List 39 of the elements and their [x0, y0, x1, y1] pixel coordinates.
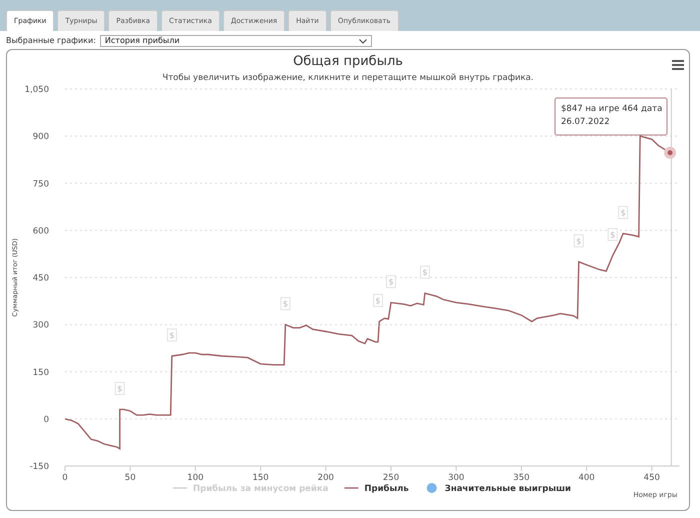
legend-label: Прибыль [364, 484, 409, 494]
annotation: $ [388, 278, 394, 287]
annotation: $ [169, 331, 174, 340]
chart-select[interactable]: История прибыли [100, 35, 372, 47]
legend-item[interactable]: Значительные выигрыши [426, 483, 572, 494]
select-label: Выбранные графики: [6, 35, 96, 47]
y-tick-label: 900 [32, 132, 49, 142]
x-tick-label: 350 [513, 473, 530, 483]
y-tick-label: 1,050 [24, 85, 49, 95]
x-tick-label: 50 [124, 473, 136, 483]
annotation: $ [576, 236, 582, 246]
x-tick-label: 200 [318, 473, 334, 483]
x-tick-label: 150 [252, 473, 269, 483]
y-tick-label: 750 [32, 179, 49, 190]
annotation: $ [610, 230, 616, 240]
chart-title: Общая прибыль [293, 53, 403, 70]
x-tick-label: 300 [448, 473, 464, 483]
y-tick-label: 450 [32, 274, 49, 284]
legend-item[interactable]: Прибыль [344, 484, 409, 494]
x-tick-label: 0 [62, 473, 68, 483]
annotation: $ [620, 208, 626, 218]
menu-icon[interactable] [671, 58, 685, 70]
y-tick-label: 150 [32, 368, 49, 378]
x-tick-label: 250 [382, 473, 400, 483]
annotation: $ [117, 384, 122, 394]
x-tick-label: 100 [187, 473, 204, 483]
chart-subtitle: Чтобы увеличить изображение, кликните и перетащите мышкой внутрь графика. [162, 72, 534, 84]
annotation: $ [375, 296, 381, 306]
chevron-down-icon [358, 38, 367, 44]
y-tick-label: 300 [32, 320, 49, 331]
y-tick-label: 600 [32, 226, 49, 236]
x-tick-label: 400 [578, 473, 595, 483]
y-tick-label: -150 [30, 462, 49, 472]
annotation: $ [422, 268, 428, 278]
y-tick-label: 0 [44, 414, 49, 425]
tooltip: $847 на игре 464 дата 26.07.2022 [554, 98, 668, 136]
x-tick-label: 450 [644, 473, 660, 483]
annotation: $ [282, 300, 288, 309]
hover-point [668, 150, 673, 156]
